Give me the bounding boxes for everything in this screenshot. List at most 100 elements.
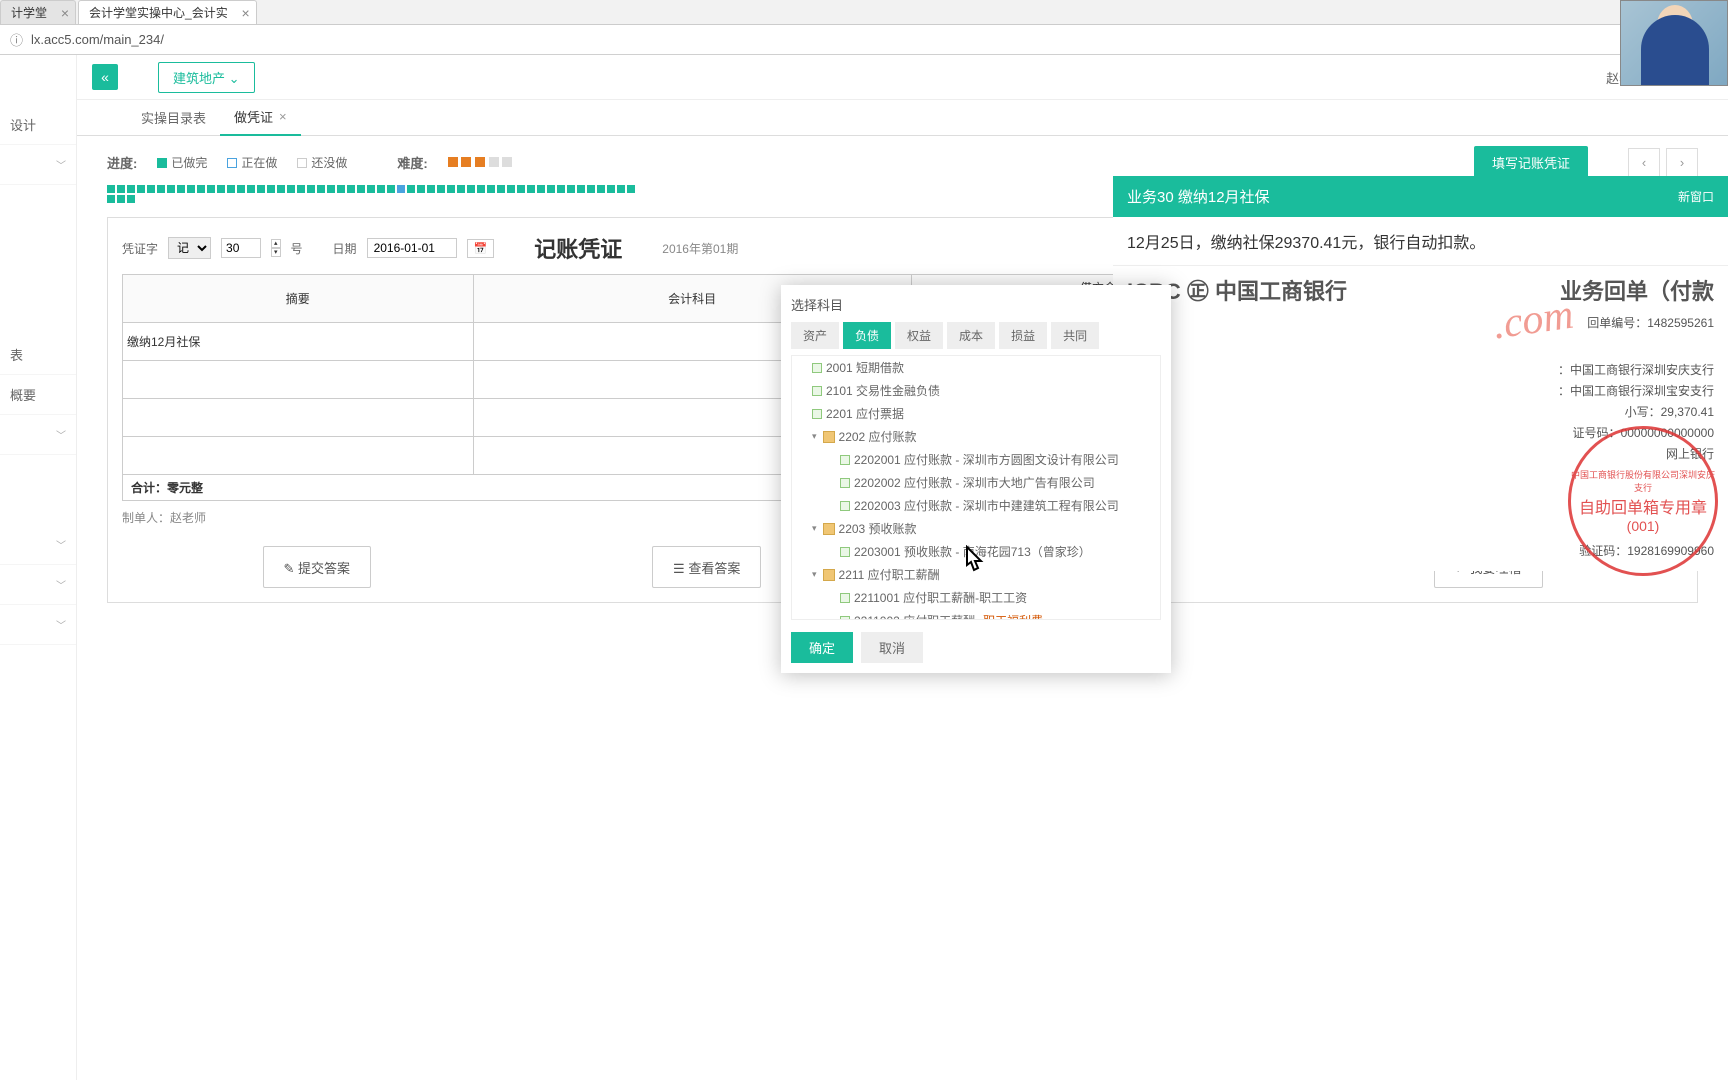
- cancel-button[interactable]: 取消: [861, 632, 923, 663]
- summary-cell[interactable]: [123, 399, 474, 437]
- progress-box[interactable]: [297, 185, 305, 193]
- tree-item[interactable]: 2211002 应付职工薪酬-职工福利费: [792, 609, 1160, 620]
- progress-box[interactable]: [217, 185, 225, 193]
- tree-item[interactable]: 2001 短期借款: [792, 356, 1160, 379]
- dialog-tab-2[interactable]: 权益: [895, 322, 943, 349]
- number-spinner[interactable]: ▴▾: [271, 239, 281, 257]
- progress-box[interactable]: [427, 185, 435, 193]
- tree-item[interactable]: 2211 应付职工薪酬: [792, 563, 1160, 586]
- tree-item[interactable]: 2101 交易性金融负债: [792, 379, 1160, 402]
- progress-box[interactable]: [327, 185, 335, 193]
- progress-box[interactable]: [377, 185, 385, 193]
- dialog-tab-4[interactable]: 损益: [999, 322, 1047, 349]
- progress-box[interactable]: [447, 185, 455, 193]
- progress-box[interactable]: [277, 185, 285, 193]
- tab-directory[interactable]: 实操目录表: [127, 100, 220, 136]
- browser-tab-2[interactable]: 会计学堂实操中心_会计实 ×: [78, 0, 257, 24]
- progress-box[interactable]: [517, 185, 525, 193]
- nav-item[interactable]: ﹀: [0, 145, 76, 185]
- progress-box[interactable]: [487, 185, 495, 193]
- close-icon[interactable]: ×: [279, 109, 287, 124]
- progress-box[interactable]: [407, 185, 415, 193]
- view-answer-button[interactable]: ☰ 查看答案: [652, 546, 761, 588]
- nav-item[interactable]: ﹀: [0, 415, 76, 455]
- progress-box[interactable]: [267, 185, 275, 193]
- nav-item[interactable]: ﹀: [0, 605, 76, 645]
- progress-box[interactable]: [107, 195, 115, 203]
- dialog-tab-1[interactable]: 负债: [843, 322, 891, 349]
- dialog-tab-3[interactable]: 成本: [947, 322, 995, 349]
- fill-voucher-button[interactable]: 填写记账凭证: [1474, 146, 1588, 179]
- progress-box[interactable]: [587, 185, 595, 193]
- progress-box[interactable]: [597, 185, 605, 193]
- progress-box[interactable]: [537, 185, 545, 193]
- progress-box[interactable]: [237, 185, 245, 193]
- prev-button[interactable]: ‹: [1628, 148, 1660, 178]
- browser-tab-1[interactable]: 计学堂 ×: [0, 0, 76, 24]
- date-input[interactable]: [367, 238, 457, 258]
- progress-box[interactable]: [507, 185, 515, 193]
- tree-item[interactable]: 2211001 应付职工薪酬-职工工资: [792, 586, 1160, 609]
- progress-box[interactable]: [457, 185, 465, 193]
- progress-box[interactable]: [387, 185, 395, 193]
- dialog-tab-5[interactable]: 共同: [1051, 322, 1099, 349]
- progress-box[interactable]: [467, 185, 475, 193]
- industry-dropdown[interactable]: 建筑地产 ⌄: [158, 62, 255, 93]
- progress-box[interactable]: [497, 185, 505, 193]
- summary-cell[interactable]: [123, 437, 474, 475]
- progress-box[interactable]: [317, 185, 325, 193]
- subject-tree[interactable]: 2001 短期借款2101 交易性金融负债2201 应付票据2202 应付账款 2…: [791, 355, 1161, 620]
- number-input[interactable]: [221, 238, 261, 258]
- progress-box[interactable]: [577, 185, 585, 193]
- progress-box[interactable]: [557, 185, 565, 193]
- tree-item[interactable]: 2201 应付票据: [792, 402, 1160, 425]
- progress-box[interactable]: [337, 185, 345, 193]
- down-icon[interactable]: ▾: [271, 248, 281, 257]
- progress-box[interactable]: [197, 185, 205, 193]
- progress-box[interactable]: [157, 185, 165, 193]
- progress-box[interactable]: [527, 185, 535, 193]
- tree-item[interactable]: 2202 应付账款: [792, 425, 1160, 448]
- progress-box[interactable]: [177, 185, 185, 193]
- tab-voucher[interactable]: 做凭证×: [220, 100, 301, 136]
- progress-box[interactable]: [417, 185, 425, 193]
- close-icon[interactable]: ×: [242, 5, 250, 21]
- progress-box[interactable]: [477, 185, 485, 193]
- nav-item[interactable]: ﹀: [0, 525, 76, 565]
- summary-cell[interactable]: [123, 361, 474, 399]
- progress-box[interactable]: [117, 185, 125, 193]
- progress-box[interactable]: [397, 185, 405, 193]
- submit-button[interactable]: ✎ 提交答案: [263, 546, 372, 588]
- progress-box[interactable]: [617, 185, 625, 193]
- progress-box[interactable]: [187, 185, 195, 193]
- progress-boxes[interactable]: [107, 185, 637, 203]
- new-window-link[interactable]: 新窗口: [1678, 188, 1714, 205]
- progress-box[interactable]: [367, 185, 375, 193]
- progress-box[interactable]: [287, 185, 295, 193]
- calendar-icon[interactable]: 📅: [467, 239, 495, 258]
- nav-item-overview[interactable]: 概要: [0, 375, 76, 415]
- progress-box[interactable]: [127, 195, 135, 203]
- tree-item[interactable]: 2202003 应付账款 - 深圳市中建建筑工程有限公司: [792, 494, 1160, 517]
- progress-box[interactable]: [347, 185, 355, 193]
- progress-box[interactable]: [627, 185, 635, 193]
- progress-box[interactable]: [607, 185, 615, 193]
- word-select[interactable]: 记: [168, 237, 211, 259]
- progress-box[interactable]: [257, 185, 265, 193]
- progress-box[interactable]: [547, 185, 555, 193]
- progress-box[interactable]: [137, 185, 145, 193]
- progress-box[interactable]: [107, 185, 115, 193]
- tree-item[interactable]: 2203001 预收账款 - 南海花园713（曾家珍）: [792, 540, 1160, 563]
- progress-box[interactable]: [127, 185, 135, 193]
- progress-box[interactable]: [567, 185, 575, 193]
- dialog-tab-0[interactable]: 资产: [791, 322, 839, 349]
- nav-item-table[interactable]: 表: [0, 335, 76, 375]
- progress-box[interactable]: [437, 185, 445, 193]
- progress-box[interactable]: [307, 185, 315, 193]
- progress-box[interactable]: [247, 185, 255, 193]
- ok-button[interactable]: 确定: [791, 632, 853, 663]
- up-icon[interactable]: ▴: [271, 239, 281, 248]
- progress-box[interactable]: [227, 185, 235, 193]
- progress-box[interactable]: [167, 185, 175, 193]
- tree-item[interactable]: 2203 预收账款: [792, 517, 1160, 540]
